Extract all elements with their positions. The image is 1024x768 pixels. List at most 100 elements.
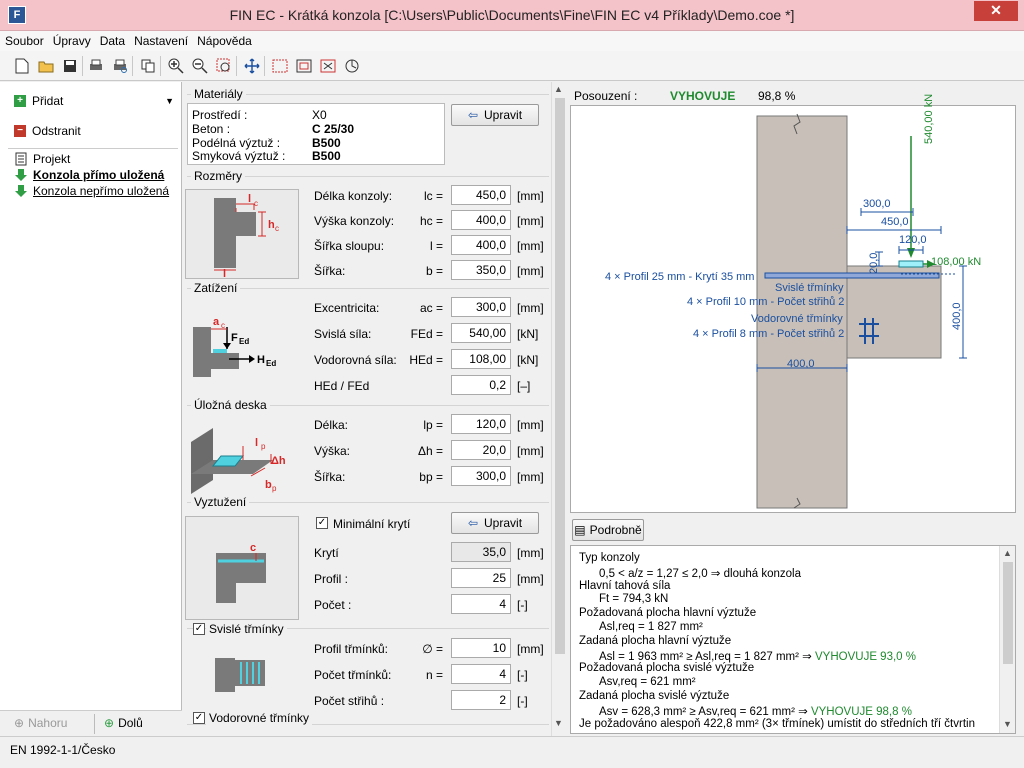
bar-count-label: Počet : — [314, 598, 352, 612]
left-panel: + Přidat ▼ − Odstranit Projekt Konzola p… — [0, 82, 182, 736]
horizontal-force-unit: [kN] — [517, 353, 539, 367]
height-input[interactable]: 400,0 — [451, 210, 511, 230]
scroll-down-icon[interactable]: ▼ — [554, 718, 563, 728]
vertical-force-unit: [kN] — [517, 327, 539, 341]
vertical-force-input[interactable]: 540,00 — [451, 323, 511, 343]
plate-width-input[interactable]: 300,0 — [451, 466, 511, 486]
scroll-thumb[interactable] — [1003, 562, 1013, 664]
detail-line: 0,5 < a/z = 1,27 ≤ 2,0 ⇒ dlouhá konzola — [599, 567, 802, 580]
scroll-up-icon[interactable]: ▲ — [554, 84, 563, 94]
detail-line: Asl = 1 963 mm² ≥ Asl,req = 1 827 mm² ⇒ … — [599, 650, 916, 663]
plate-height-input[interactable]: 20,0 — [451, 440, 511, 460]
plate-length-symbol: lp = — [423, 418, 443, 432]
length-input[interactable]: 450,0 — [451, 185, 511, 205]
material-value: X0 — [312, 108, 327, 122]
new-icon[interactable] — [12, 56, 32, 76]
stirrup-count-input[interactable]: 4 — [451, 664, 511, 684]
up-label: Nahoru — [28, 716, 68, 730]
bar-count-input[interactable]: 4 — [451, 594, 511, 614]
add-button[interactable]: + Přidat ▼ — [8, 89, 178, 113]
column-width-symbol: l = — [429, 239, 443, 253]
drawing-canvas[interactable]: 540,00 kN 108,00 kN 300,0 450,0 120,0 20… — [570, 94, 1016, 513]
vertical-stirrups-title: Svislé třmínky — [775, 282, 844, 294]
input-panel: Materiály Prostředí : X0 Beton : C 25/30… — [183, 82, 551, 736]
menu-nastaveni[interactable]: Nastavení — [129, 31, 192, 48]
fullscreen-icon[interactable] — [318, 56, 338, 76]
plate-length-input[interactable]: 120,0 — [451, 414, 511, 434]
save-icon[interactable] — [60, 56, 80, 76]
vertical-stirrups-checkbox[interactable]: ✓ — [193, 623, 205, 635]
zoom-in-icon[interactable] — [166, 56, 186, 76]
eccentricity-symbol: ac = — [419, 301, 443, 315]
scroll-down-icon[interactable]: ▼ — [1003, 719, 1012, 729]
edit-icon: ⇦ — [467, 108, 479, 122]
bar-count-unit: [-] — [517, 598, 528, 612]
dim-400-vertical: 400,0 — [951, 302, 963, 330]
width-symbol: b = — [425, 264, 443, 278]
min-cover-checkbox[interactable]: ✓ — [316, 517, 328, 529]
detail-ok-status: VYHOVUJE 98,8 % — [810, 705, 912, 718]
bar-profile-input[interactable]: 25 — [451, 568, 511, 588]
tree-item-konzola-primo[interactable]: Konzola přímo uložená — [14, 168, 164, 182]
copy-icon[interactable] — [138, 56, 158, 76]
eccentricity-input[interactable]: 300,0 — [451, 297, 511, 317]
material-value: B500 — [312, 136, 341, 150]
detail-line: Zadaná plocha hlavní výztuže — [579, 634, 732, 647]
horizontal-force-input[interactable]: 108,00 — [451, 349, 511, 369]
down-button[interactable]: ⊕ Dolů — [104, 716, 143, 730]
fit-icon[interactable] — [270, 56, 290, 76]
detail-line: Požadovaná plocha svislé výztuže — [579, 662, 755, 675]
arrow-down-green-icon — [14, 184, 28, 198]
materials-title: Materiály — [191, 87, 246, 101]
plate-height-label: Výška: — [314, 444, 351, 458]
frame-icon[interactable] — [294, 56, 314, 76]
detail-line: Asl,req = 1 827 mm² — [599, 621, 703, 633]
menu-data[interactable]: Data — [95, 31, 129, 48]
material-key: Smyková výztuž : — [192, 149, 286, 163]
zoom-window-icon[interactable] — [214, 56, 234, 76]
print-preview-icon[interactable] — [110, 56, 130, 76]
width-input[interactable]: 350,0 — [451, 260, 511, 280]
details-scrollbar[interactable]: ▲ ▼ — [999, 546, 1015, 733]
materials-edit-button[interactable]: ⇦ Upravit — [451, 104, 539, 126]
plate-title: Úložná deska — [191, 398, 270, 412]
down-label: Dolů — [118, 716, 143, 730]
input-panel-scrollbar[interactable]: ▲ ▼ — [551, 82, 567, 736]
vertical-stirrups-label: Svislé třmínky — [206, 622, 287, 636]
scroll-up-icon[interactable]: ▲ — [1003, 548, 1012, 558]
close-button[interactable]: ✕ — [974, 1, 1018, 21]
cover-input[interactable]: 35,0 — [451, 542, 511, 562]
print-icon[interactable] — [86, 56, 106, 76]
reinf-edit-button[interactable]: ⇦ Upravit — [451, 512, 539, 534]
tree-item-projekt[interactable]: Projekt — [14, 152, 70, 166]
assessment-label: Posouzení : — [574, 89, 638, 103]
add-label: Přidat — [32, 94, 64, 108]
chevron-down-icon: ▼ — [165, 96, 174, 106]
pan-icon[interactable] — [242, 56, 262, 76]
horizontal-stirrups-checkbox[interactable]: ✓ — [193, 712, 205, 724]
shear-count-label: Počet střihů : — [314, 694, 385, 708]
zoom-out-icon[interactable] — [190, 56, 210, 76]
menu-soubor[interactable]: Soubor — [0, 31, 48, 48]
detail-ok-status: VYHOVUJE 93,0 % — [815, 650, 916, 663]
open-icon[interactable] — [36, 56, 56, 76]
dim-20: 20,0 — [868, 252, 880, 274]
length-symbol: lc = — [423, 189, 443, 203]
tree-item-konzola-neprimo[interactable]: Konzola nepřímo uložená — [14, 184, 169, 198]
details-button[interactable]: ▤ Podrobně — [572, 519, 644, 541]
eccentricity-label: Excentricita: — [314, 301, 380, 315]
menu-upravy[interactable]: Úpravy — [48, 31, 95, 48]
remove-button[interactable]: − Odstranit — [8, 119, 178, 143]
shear-count-input[interactable]: 2 — [451, 690, 511, 710]
redraw-icon[interactable] — [342, 56, 362, 76]
up-button[interactable]: ⊕ Nahoru — [14, 716, 67, 730]
column-width-input[interactable]: 400,0 — [451, 235, 511, 255]
scroll-thumb[interactable] — [555, 98, 565, 654]
force-ratio-input[interactable]: 0,2 — [451, 375, 511, 395]
stirrup-profile-unit: [mm] — [517, 642, 544, 656]
svg-text:c: c — [275, 224, 279, 233]
width-unit: [mm] — [517, 264, 544, 278]
stirrup-profile-input[interactable]: 10 — [451, 638, 511, 658]
plate-height-unit: [mm] — [517, 444, 544, 458]
menu-napoveda[interactable]: Nápověda — [192, 31, 256, 48]
